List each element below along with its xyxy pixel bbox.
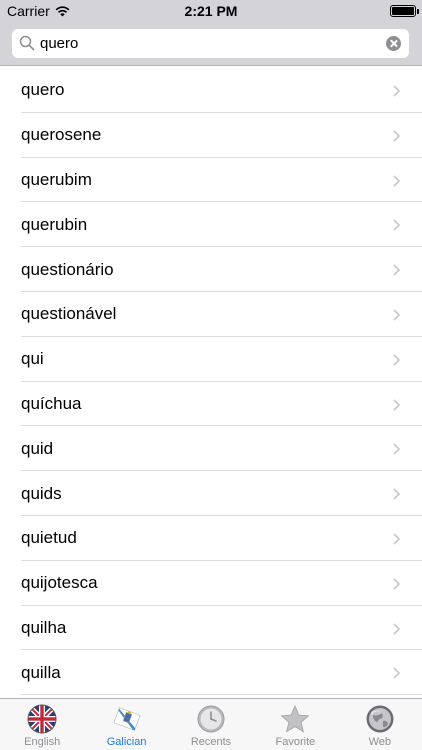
list-item[interactable]: quijotesca <box>0 561 422 606</box>
list-item-label: querubim <box>21 169 92 189</box>
list-item-label: quid <box>21 438 54 458</box>
star-icon <box>280 704 310 733</box>
list-item[interactable]: questionável <box>0 292 422 337</box>
battery-fill <box>392 7 414 15</box>
tab-label: Galician <box>106 736 147 748</box>
chevron-right-icon <box>393 622 400 635</box>
tab-english[interactable]: English <box>0 699 84 750</box>
chevron-right-icon <box>393 488 400 500</box>
battery-icon <box>390 5 419 17</box>
tab-label: Favorite <box>275 736 316 748</box>
chevron-right-icon <box>393 443 400 455</box>
tab-recents[interactable]: Recents <box>169 699 253 750</box>
list-item[interactable]: quíchua <box>0 382 422 427</box>
list-item-label: quíchua <box>21 393 82 413</box>
chevron-right-icon <box>393 667 400 679</box>
status-time: 2:21 PM <box>184 3 238 19</box>
list-item-label: quietud <box>21 528 77 548</box>
list-item[interactable]: qui <box>0 337 422 382</box>
tab-web[interactable]: Web <box>338 699 422 750</box>
tab-bar: English Galician Recents Favorite Web <box>0 698 422 750</box>
list-item[interactable]: quid <box>0 426 422 471</box>
list-item[interactable]: querubin <box>0 202 422 247</box>
list-item-label: quijotesca <box>21 573 98 593</box>
tab-label: Recents <box>190 736 232 748</box>
list-item[interactable]: querosene <box>0 113 422 158</box>
uk-flag-icon <box>27 704 57 734</box>
tab-galician[interactable]: Galician <box>84 699 168 750</box>
chevron-right-icon <box>393 130 400 142</box>
list-item-label: quids <box>21 483 62 503</box>
list-item[interactable]: quids <box>0 471 422 516</box>
globe-icon <box>366 705 394 733</box>
list-item[interactable]: quero <box>0 68 422 113</box>
chevron-right-icon <box>393 533 400 545</box>
list-item-label: quilha <box>21 617 67 637</box>
results-list: quero querosene querubim querubin questionár… <box>0 68 422 698</box>
status-bar: Carrier 2:21 PM <box>0 0 422 22</box>
chevron-right-icon <box>393 309 400 321</box>
search-icon <box>19 35 35 51</box>
galicia-flag-icon <box>113 707 141 731</box>
search-input[interactable] <box>40 29 380 58</box>
chevron-right-icon <box>393 354 400 366</box>
list-item-label: querubin <box>21 214 88 234</box>
chevron-right-icon <box>393 219 400 231</box>
list-item[interactable]: quilla <box>0 650 422 695</box>
list-item-label: qui <box>21 349 44 369</box>
search-field[interactable] <box>12 29 409 58</box>
list-item[interactable]: quietud <box>0 516 422 561</box>
chevron-right-icon <box>393 578 400 590</box>
search-bar <box>0 22 422 66</box>
chevron-right-icon <box>393 264 400 276</box>
chevron-right-icon <box>393 399 400 411</box>
clock-icon <box>197 705 225 733</box>
tab-favorite[interactable]: Favorite <box>253 699 337 750</box>
clear-icon[interactable] <box>386 36 401 51</box>
chevron-right-icon <box>393 85 400 97</box>
list-item[interactable]: querubim <box>0 158 422 203</box>
chevron-right-icon <box>393 175 400 187</box>
tab-label: Web <box>368 736 392 748</box>
list-item-label: questionário <box>21 259 114 279</box>
list-item[interactable]: questionário <box>0 247 422 292</box>
list-item-label: questionável <box>21 304 117 324</box>
list-item-label: quilla <box>21 662 61 682</box>
tab-label: English <box>24 736 61 748</box>
list-item-label: quero <box>21 80 65 100</box>
list-item[interactable]: quilha <box>0 606 422 651</box>
list-item-label: querosene <box>21 125 102 145</box>
